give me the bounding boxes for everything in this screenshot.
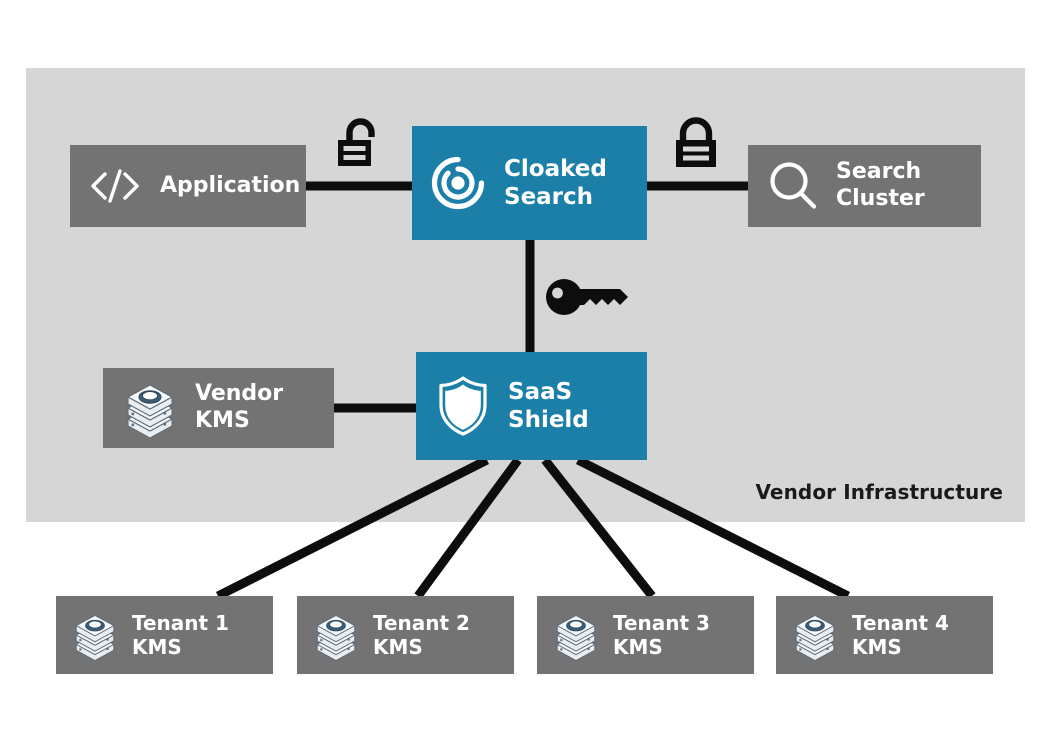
node-search-cluster-label: Search Cluster xyxy=(836,159,925,211)
node-tenant-kms[interactable]: Tenant 1 KMS xyxy=(56,596,273,674)
cloaked-search-logo-icon xyxy=(430,155,486,211)
node-saas-shield[interactable]: SaaS Shield xyxy=(416,352,647,460)
server-stack-icon xyxy=(72,609,118,661)
node-tenant-kms[interactable]: Tenant 2 KMS xyxy=(297,596,514,674)
node-tenant-kms[interactable]: Tenant 4 KMS xyxy=(776,596,993,674)
shield-icon xyxy=(436,375,490,437)
node-application[interactable]: Application xyxy=(70,145,306,227)
key-icon xyxy=(544,277,630,321)
server-stack-icon xyxy=(123,379,177,437)
architecture-diagram: Vendor Infrastructure Application Cloake… xyxy=(0,0,1050,750)
locked-padlock-icon xyxy=(668,114,724,178)
code-brackets-icon xyxy=(88,166,142,206)
unlocked-padlock-icon xyxy=(330,116,386,178)
node-cloaked-search[interactable]: Cloaked Search xyxy=(412,126,647,240)
node-search-cluster[interactable]: Search Cluster xyxy=(748,145,981,227)
node-saas-shield-label: SaaS Shield xyxy=(508,378,589,433)
node-cloaked-search-label: Cloaked Search xyxy=(504,155,607,210)
node-tenant-kms-label: Tenant 1 KMS xyxy=(132,610,229,659)
server-stack-icon xyxy=(553,609,599,661)
node-tenant-kms-label: Tenant 2 KMS xyxy=(373,610,470,659)
magnifier-icon xyxy=(764,157,822,215)
node-vendor-kms-label: Vendor KMS xyxy=(195,381,284,433)
node-tenant-kms[interactable]: Tenant 3 KMS xyxy=(537,596,754,674)
node-tenant-kms-label: Tenant 3 KMS xyxy=(613,610,710,659)
node-vendor-kms[interactable]: Vendor KMS xyxy=(103,368,334,448)
vendor-infrastructure-label: Vendor Infrastructure xyxy=(755,480,1003,504)
node-tenant-kms-label: Tenant 4 KMS xyxy=(852,610,949,659)
node-application-label: Application xyxy=(160,172,301,198)
server-stack-icon xyxy=(313,609,359,661)
server-stack-icon xyxy=(792,609,838,661)
